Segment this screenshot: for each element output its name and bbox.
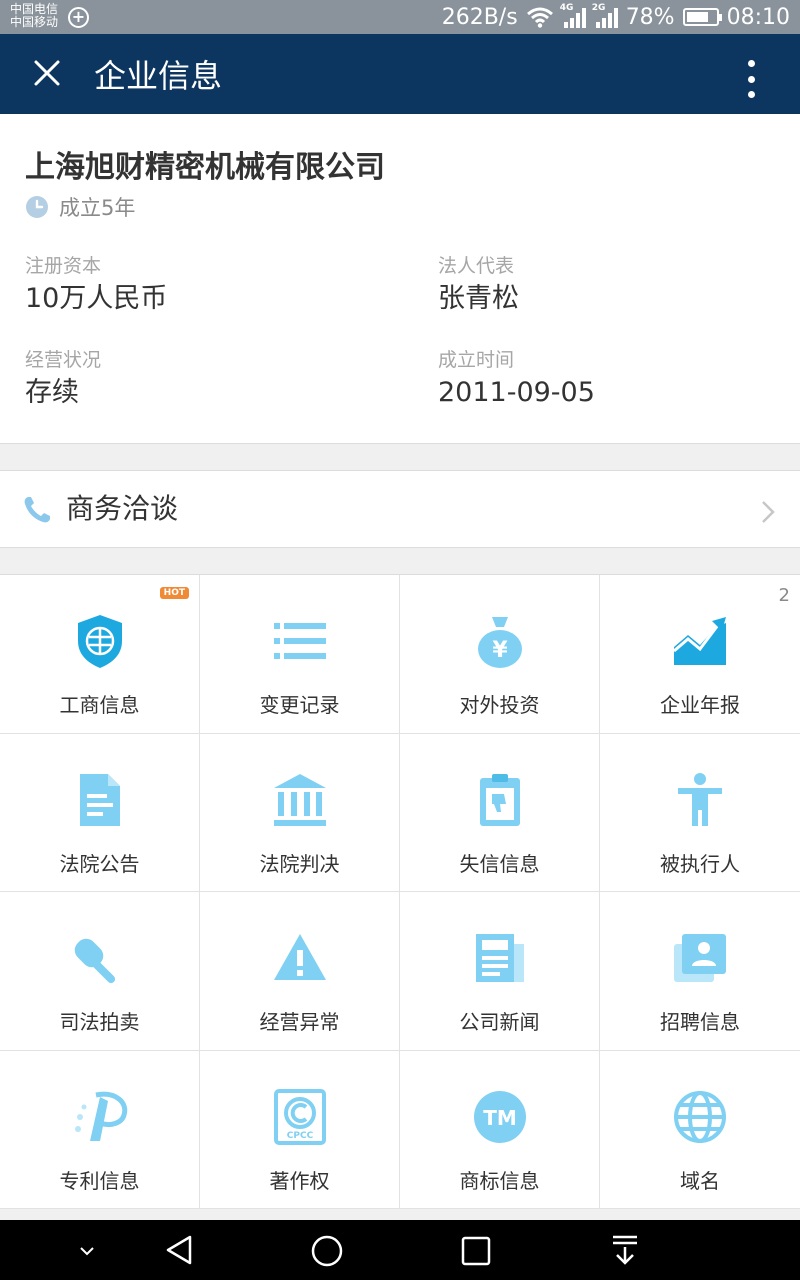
newspaper-icon (476, 934, 524, 982)
operating-status: 经营状况 存续 (25, 348, 101, 410)
courthouse-icon (274, 773, 326, 826)
warning-icon (274, 934, 326, 980)
grid-item-recruitment[interactable]: 招聘信息 (600, 892, 800, 1051)
close-icon[interactable] (30, 56, 64, 90)
svg-text:¥: ¥ (492, 638, 508, 663)
grid-item-domains[interactable]: 域名 (600, 1051, 800, 1209)
grid-item-label: 公司新闻 (459, 1010, 540, 1034)
carrier-2: 中国移动 (10, 15, 59, 29)
battery-icon (682, 8, 722, 26)
grid-item-judicial-auction[interactable]: 司法拍卖 (0, 892, 200, 1051)
grid-item-label: 司法拍卖 (59, 1010, 140, 1034)
grid-item-label: 对外投资 (459, 693, 540, 717)
home-icon[interactable] (310, 1234, 344, 1268)
back-icon[interactable] (164, 1234, 196, 1266)
grid-item-business-anomaly[interactable]: 经营异常 (200, 892, 400, 1051)
trademark-icon: TM (474, 1090, 526, 1143)
function-grid: HOT 工商信息 变更记录 ¥ 对外投资 2 企业年报 法院公告 法院判决 失信… (0, 574, 800, 1209)
chevron-right-icon (762, 501, 775, 523)
copyright-icon: CPCC (274, 1088, 326, 1145)
clock-icon (26, 196, 48, 218)
recents-icon[interactable] (460, 1235, 492, 1267)
phone-icon (24, 497, 50, 523)
list-icon (274, 623, 326, 659)
field-label: 法人代表 (438, 255, 515, 277)
more-vert-icon[interactable] (748, 60, 756, 98)
add-circle-icon: + (68, 7, 89, 28)
net-label-2g: 2G (591, 3, 606, 13)
field-value: 存续 (25, 377, 79, 408)
field-value: 10万人民币 (25, 283, 168, 314)
grid-item-dishonest-info[interactable]: 失信信息 (400, 733, 600, 892)
grid-item-company-news[interactable]: 公司新闻 (400, 892, 600, 1051)
notification-pulldown-icon[interactable] (610, 1234, 640, 1266)
person-icon (678, 772, 722, 826)
count-badge: 2 (778, 585, 790, 606)
system-nav-bar (0, 1220, 800, 1280)
grid-item-business-info[interactable]: HOT 工商信息 (0, 575, 200, 734)
status-bar: 中国电信 中国移动 + 262B/s 4G 2G 78% 08:10 (0, 0, 800, 34)
company-info-card: 上海旭财精密机械有限公司 成立5年 注册资本 10万人民币 法人代表 张青松 经… (0, 114, 800, 444)
company-name: 上海旭财精密机械有限公司 (25, 150, 385, 185)
app-bar: 企业信息 (0, 34, 800, 114)
grid-item-label: 法院公告 (59, 851, 140, 876)
grid-item-label: 企业年报 (660, 693, 740, 717)
trend-chart-icon (673, 617, 726, 665)
established-badge: 成立5年 (25, 192, 135, 222)
field-label: 经营状况 (25, 349, 102, 371)
clipboard-thumb-down-icon (480, 773, 520, 826)
grid-item-label: 著作权 (269, 1168, 330, 1193)
grid-item-label: 失信信息 (459, 851, 540, 876)
contact-card-icon (674, 934, 726, 982)
legal-representative: 法人代表 张青松 (438, 254, 519, 316)
grid-item-copyright[interactable]: CPCC 著作权 (200, 1050, 400, 1209)
globe-icon (674, 1090, 726, 1143)
gavel-icon (74, 938, 116, 984)
registered-capital: 注册资本 10万人民币 (25, 254, 167, 316)
wifi-icon (526, 7, 553, 28)
field-label: 注册资本 (25, 255, 102, 277)
field-label: 成立时间 (438, 349, 515, 371)
grid-item-trademarks[interactable]: TM 商标信息 (400, 1050, 600, 1209)
grid-item-label: 专利信息 (59, 1168, 140, 1193)
business-negotiation-row[interactable]: 商务洽谈 (0, 470, 800, 548)
grid-item-patents[interactable]: 专利信息 (0, 1050, 200, 1209)
network-speed: 262B/s (441, 4, 518, 30)
grid-item-change-records[interactable]: 变更记录 (200, 575, 400, 734)
grid-item-label: 商标信息 (459, 1168, 540, 1193)
business-negotiation-label: 商务洽谈 (66, 492, 179, 525)
grid-item-court-notices[interactable]: 法院公告 (0, 733, 200, 892)
establishment-date: 成立时间 2011-09-05 (438, 348, 595, 410)
grid-item-label: 法院判决 (259, 851, 340, 876)
grid-item-annual-report[interactable]: 2 企业年报 (600, 575, 800, 734)
trademark-icon-text: TM (483, 1106, 517, 1130)
hot-badge: HOT (159, 587, 189, 599)
grid-item-label: 变更记录 (259, 693, 340, 717)
business-shield-icon (78, 615, 122, 668)
grid-item-label: 被执行人 (660, 851, 740, 876)
patent-icon (75, 1091, 128, 1141)
grid-item-label: 招聘信息 (660, 1010, 740, 1034)
signal-2g-icon: 2G (591, 3, 618, 28)
field-value: 2011-09-05 (438, 377, 595, 408)
battery-percent: 78% (625, 4, 675, 30)
carrier-info: 中国电信 中国移动 (10, 3, 58, 29)
page-title: 企业信息 (94, 57, 223, 95)
grid-item-label: 工商信息 (59, 693, 140, 717)
grid-item-investments[interactable]: ¥ 对外投资 (400, 575, 600, 734)
established-text: 成立5年 (59, 196, 136, 220)
chevron-down-icon[interactable] (76, 1240, 98, 1262)
grid-item-label: 经营异常 (259, 1010, 340, 1034)
signal-4g-icon: 4G (559, 3, 586, 28)
net-label-4g: 4G (559, 3, 574, 13)
grid-item-label: 域名 (680, 1168, 720, 1193)
clock-time: 08:10 (726, 4, 790, 30)
grid-item-judgment-debtor[interactable]: 被执行人 (600, 734, 800, 892)
copyright-icon-text: CPCC (287, 1131, 314, 1141)
field-value: 张青松 (438, 283, 519, 314)
money-bag-icon: ¥ (478, 617, 522, 668)
document-icon (80, 773, 120, 826)
grid-item-court-judgments[interactable]: 法院判决 (200, 733, 400, 892)
